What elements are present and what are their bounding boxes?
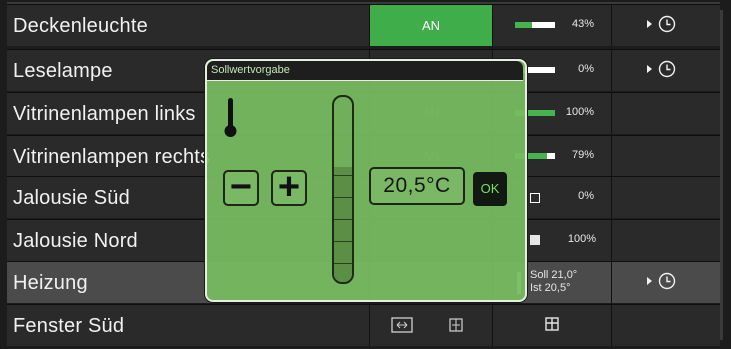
increase-button[interactable]: + xyxy=(271,168,307,206)
slider-tick xyxy=(334,175,352,176)
play-triangle-icon xyxy=(647,65,652,73)
blind-position-indicator[interactable] xyxy=(530,235,540,245)
dimmer-percent: 0% xyxy=(578,63,594,75)
timer-button[interactable] xyxy=(647,60,676,78)
setpoint-dialog: Sollwertvorgabe − + 20,5°C OK xyxy=(205,59,527,302)
column-divider xyxy=(369,305,370,346)
device-row-fenster-sued[interactable]: Fenster Süd xyxy=(7,304,720,346)
column-divider xyxy=(611,50,612,91)
decrease-button[interactable]: − xyxy=(223,168,259,206)
slider-tick xyxy=(334,241,352,242)
thermometer-icon xyxy=(224,98,237,137)
play-triangle-icon xyxy=(647,20,652,28)
timer-button[interactable] xyxy=(647,272,676,290)
column-divider xyxy=(611,220,612,261)
device-name: Fenster Süd xyxy=(13,315,125,337)
device-name: Vitrinenlampen links xyxy=(13,103,196,125)
device-name: Leselampe xyxy=(13,60,113,82)
column-divider xyxy=(611,136,612,177)
dialog-title: Sollwertvorgabe xyxy=(211,64,290,76)
clock-icon xyxy=(658,272,676,290)
window-tilt-icon[interactable] xyxy=(449,318,463,332)
column-divider xyxy=(611,177,612,218)
dimmer-percent: 79% xyxy=(571,149,594,161)
timer-button[interactable] xyxy=(647,15,676,33)
clock-icon xyxy=(658,60,676,78)
column-divider xyxy=(611,5,612,46)
dimmer-percent: 100% xyxy=(565,106,594,118)
slider-tick xyxy=(334,219,352,220)
scrollbar[interactable] xyxy=(720,10,723,340)
device-row-deckenleuchte[interactable]: Deckenleuchte AN 43% xyxy=(7,4,720,46)
column-divider xyxy=(611,93,612,134)
dialog-header: Sollwertvorgabe xyxy=(207,61,523,81)
setpoint-text: Soll 21,0° xyxy=(530,269,578,281)
dimmer-fill xyxy=(515,22,533,28)
slider-tick xyxy=(334,197,352,198)
slider-fill xyxy=(334,167,352,282)
blind-position-indicator[interactable] xyxy=(530,193,540,203)
device-name: Deckenleuchte xyxy=(13,15,148,37)
window-icon xyxy=(545,317,559,331)
temperature-readout: Soll 21,0° Ist 20,5° xyxy=(530,269,577,295)
column-divider xyxy=(492,5,493,46)
column-divider xyxy=(611,305,612,346)
clock-icon xyxy=(658,15,676,33)
blind-percent: 0% xyxy=(578,190,594,202)
device-name: Heizung xyxy=(13,272,88,294)
device-name: Jalousie Süd xyxy=(13,187,130,209)
setpoint-value-display: 20,5°C xyxy=(369,167,465,205)
device-name: Vitrinenlampen rechts xyxy=(13,146,211,168)
dimmer-percent: 43% xyxy=(571,18,594,30)
blind-percent: 100% xyxy=(567,233,596,245)
play-triangle-icon xyxy=(647,277,652,285)
temperature-slider[interactable] xyxy=(332,95,354,284)
window-open-icon[interactable] xyxy=(391,317,413,333)
device-name: Jalousie Nord xyxy=(13,230,138,252)
on-toggle-button[interactable]: AN xyxy=(370,5,492,46)
smart-home-screen: Deckenleuchte AN 43% Leselampe 0% Vitrin… xyxy=(0,0,731,349)
ok-button[interactable]: OK xyxy=(473,172,507,206)
window-control-group xyxy=(391,317,471,333)
actual-temperature-text: Ist 20,5° xyxy=(530,282,571,294)
dimmer-bar[interactable] xyxy=(515,22,555,28)
column-divider xyxy=(492,305,493,346)
slider-tick xyxy=(334,263,352,264)
column-divider xyxy=(611,262,612,303)
